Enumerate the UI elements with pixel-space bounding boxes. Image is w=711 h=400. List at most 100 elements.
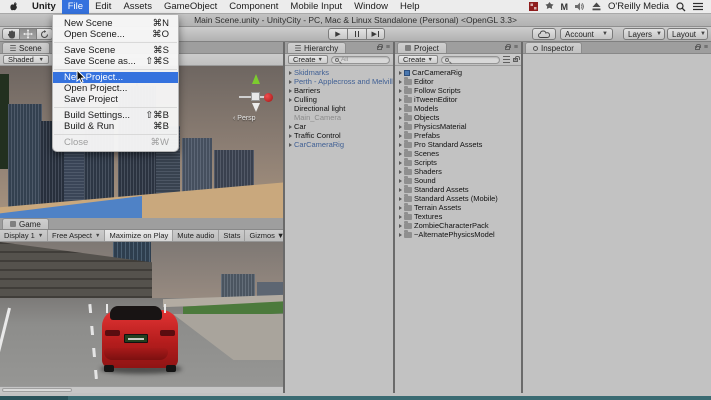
- layout-dropdown[interactable]: Layout▼: [667, 28, 708, 40]
- project-item-shaders[interactable]: Shaders: [395, 167, 521, 176]
- project-item-models[interactable]: Models: [395, 104, 521, 113]
- hierarchy-create-button[interactable]: Create ▼: [288, 55, 328, 64]
- project-item-pro-standard-assets[interactable]: Pro Standard Assets: [395, 140, 521, 149]
- expand-arrow-icon[interactable]: [399, 80, 402, 84]
- menubar-item-gameobject[interactable]: GameObject: [158, 0, 223, 14]
- maximize-on-play-button[interactable]: Maximize on Play: [105, 230, 173, 241]
- menu-item-new-scene[interactable]: New Scene⌘N: [53, 18, 178, 29]
- game-view[interactable]: [0, 242, 283, 386]
- gizmo-y-axis-icon[interactable]: [252, 74, 260, 84]
- mute-audio-button[interactable]: Mute audio: [173, 230, 219, 241]
- expand-arrow-icon[interactable]: [399, 143, 402, 147]
- game-horizontal-scrollbar[interactable]: [0, 386, 283, 393]
- expand-arrow-icon[interactable]: [399, 233, 402, 237]
- expand-arrow-icon[interactable]: [399, 170, 402, 174]
- expand-arrow-icon[interactable]: [399, 134, 402, 138]
- open-lock-icon[interactable]: [513, 58, 518, 62]
- move-tool-button[interactable]: [19, 28, 36, 40]
- display-dropdown[interactable]: Display 1 ▼: [0, 230, 48, 241]
- project-create-button[interactable]: Create ▼: [398, 55, 438, 64]
- project-item-scenes[interactable]: Scenes: [395, 149, 521, 158]
- notification-center-icon[interactable]: [693, 0, 703, 14]
- hierarchy-item-skidmarks[interactable]: Skidmarks: [285, 68, 393, 77]
- scene-orientation-gizmo[interactable]: ‹ Persp: [239, 74, 273, 124]
- stats-button[interactable]: Stats: [219, 230, 245, 241]
- expand-arrow-icon[interactable]: [289, 89, 292, 93]
- expand-arrow-icon[interactable]: [399, 152, 402, 156]
- tab-scene[interactable]: Scene: [2, 42, 50, 53]
- project-item-zombiecharacterpack[interactable]: ZombieCharacterPack: [395, 221, 521, 230]
- expand-arrow-icon[interactable]: [289, 143, 292, 147]
- hand-tool-button[interactable]: [2, 28, 19, 40]
- m-status-icon[interactable]: M: [561, 0, 569, 14]
- expand-arrow-icon[interactable]: [289, 80, 292, 84]
- rotate-tool-button[interactable]: [36, 28, 53, 40]
- expand-arrow-icon[interactable]: [399, 116, 402, 120]
- tab-inspector[interactable]: Inspector: [525, 42, 582, 53]
- expand-arrow-icon[interactable]: [399, 107, 402, 111]
- project-item-prefabs[interactable]: Prefabs: [395, 131, 521, 140]
- expand-arrow-icon[interactable]: [399, 206, 402, 210]
- expand-arrow-icon[interactable]: [399, 125, 402, 129]
- gizmo-center-cube[interactable]: [251, 92, 260, 101]
- gizmo-x-axis-icon[interactable]: [264, 93, 273, 102]
- menu-item-save-scene[interactable]: Save Scene⌘S: [53, 45, 178, 56]
- expand-arrow-icon[interactable]: [289, 71, 292, 75]
- lock-icon[interactable]: [505, 46, 510, 50]
- menubar-item-mobile-input[interactable]: Mobile Input: [284, 0, 348, 14]
- project-item-physicsmaterial[interactable]: PhysicsMaterial: [395, 122, 521, 131]
- menubar-item-edit[interactable]: Edit: [89, 0, 117, 14]
- menu-item-open-project[interactable]: Open Project...: [53, 83, 178, 94]
- step-button[interactable]: ▶: [366, 28, 385, 40]
- project-item-itweeneditor[interactable]: iTweenEditor: [395, 95, 521, 104]
- expand-arrow-icon[interactable]: [399, 197, 402, 201]
- expand-arrow-icon[interactable]: [289, 134, 292, 138]
- expand-arrow-icon[interactable]: [399, 224, 402, 228]
- project-item-scripts[interactable]: Scripts: [395, 158, 521, 167]
- project-item-carcamerarig[interactable]: CarCameraRig: [395, 68, 521, 77]
- hierarchy-item-culling[interactable]: Culling: [285, 95, 393, 104]
- account-dropdown[interactable]: Account▼: [560, 28, 613, 40]
- lock-icon[interactable]: [377, 46, 382, 50]
- expand-arrow-icon[interactable]: [399, 161, 402, 165]
- menubar-item-help[interactable]: Help: [394, 0, 426, 14]
- expand-arrow-icon[interactable]: [399, 98, 402, 102]
- panel-menu-icon[interactable]: ≡: [386, 44, 390, 51]
- project-search-input[interactable]: [441, 56, 500, 64]
- scrollbar-thumb[interactable]: [2, 388, 72, 392]
- project-item-alternatephysicsmodel[interactable]: ~AlternatePhysicsModel: [395, 230, 521, 239]
- menubar-item-assets[interactable]: Assets: [117, 0, 158, 14]
- project-item-follow-scripts[interactable]: Follow Scripts: [395, 86, 521, 95]
- panel-menu-icon[interactable]: ≡: [704, 44, 708, 51]
- expand-arrow-icon[interactable]: [399, 179, 402, 183]
- expand-arrow-icon[interactable]: [289, 98, 292, 102]
- menu-item-save-scene-as[interactable]: Save Scene as...⇧⌘S: [53, 56, 178, 67]
- project-item-standard-assets[interactable]: Standard Assets: [395, 185, 521, 194]
- project-item-sound[interactable]: Sound: [395, 176, 521, 185]
- menu-item-build-run[interactable]: Build & Run⌘B: [53, 121, 178, 132]
- menu-item-save-project[interactable]: Save Project: [53, 94, 178, 105]
- layers-dropdown[interactable]: Layers▼: [623, 28, 665, 40]
- tab-game[interactable]: Game: [2, 218, 49, 229]
- hierarchy-item-main-camera[interactable]: Main_Camera: [285, 113, 393, 122]
- menubar-item-component[interactable]: Component: [223, 0, 284, 14]
- video-progress-bar[interactable]: [0, 396, 711, 400]
- volume-icon[interactable]: [575, 0, 585, 14]
- play-button[interactable]: ▶: [328, 28, 347, 40]
- cloud-services-button[interactable]: [532, 28, 556, 40]
- tab-project[interactable]: Project: [397, 42, 447, 53]
- hierarchy-item-car[interactable]: Car: [285, 122, 393, 131]
- eject-icon[interactable]: [592, 0, 601, 14]
- hierarchy-search-input[interactable]: All: [331, 56, 390, 64]
- spotlight-search-icon[interactable]: [676, 0, 686, 14]
- status-badge-icon[interactable]: [545, 0, 554, 14]
- menu-item-new-project[interactable]: New Project...: [53, 72, 178, 83]
- gizmo-persp-label[interactable]: ‹ Persp: [233, 115, 256, 122]
- expand-arrow-icon[interactable]: [289, 125, 292, 129]
- shading-mode-dropdown[interactable]: Shaded ▼: [3, 55, 49, 64]
- aspect-ratio-dropdown[interactable]: Free Aspect ▼: [48, 230, 105, 241]
- menubar-item-unity[interactable]: Unity: [26, 0, 62, 14]
- expand-arrow-icon[interactable]: [399, 188, 402, 192]
- hierarchy-item-barriers[interactable]: Barriers: [285, 86, 393, 95]
- search-by-type-icon[interactable]: [503, 56, 510, 63]
